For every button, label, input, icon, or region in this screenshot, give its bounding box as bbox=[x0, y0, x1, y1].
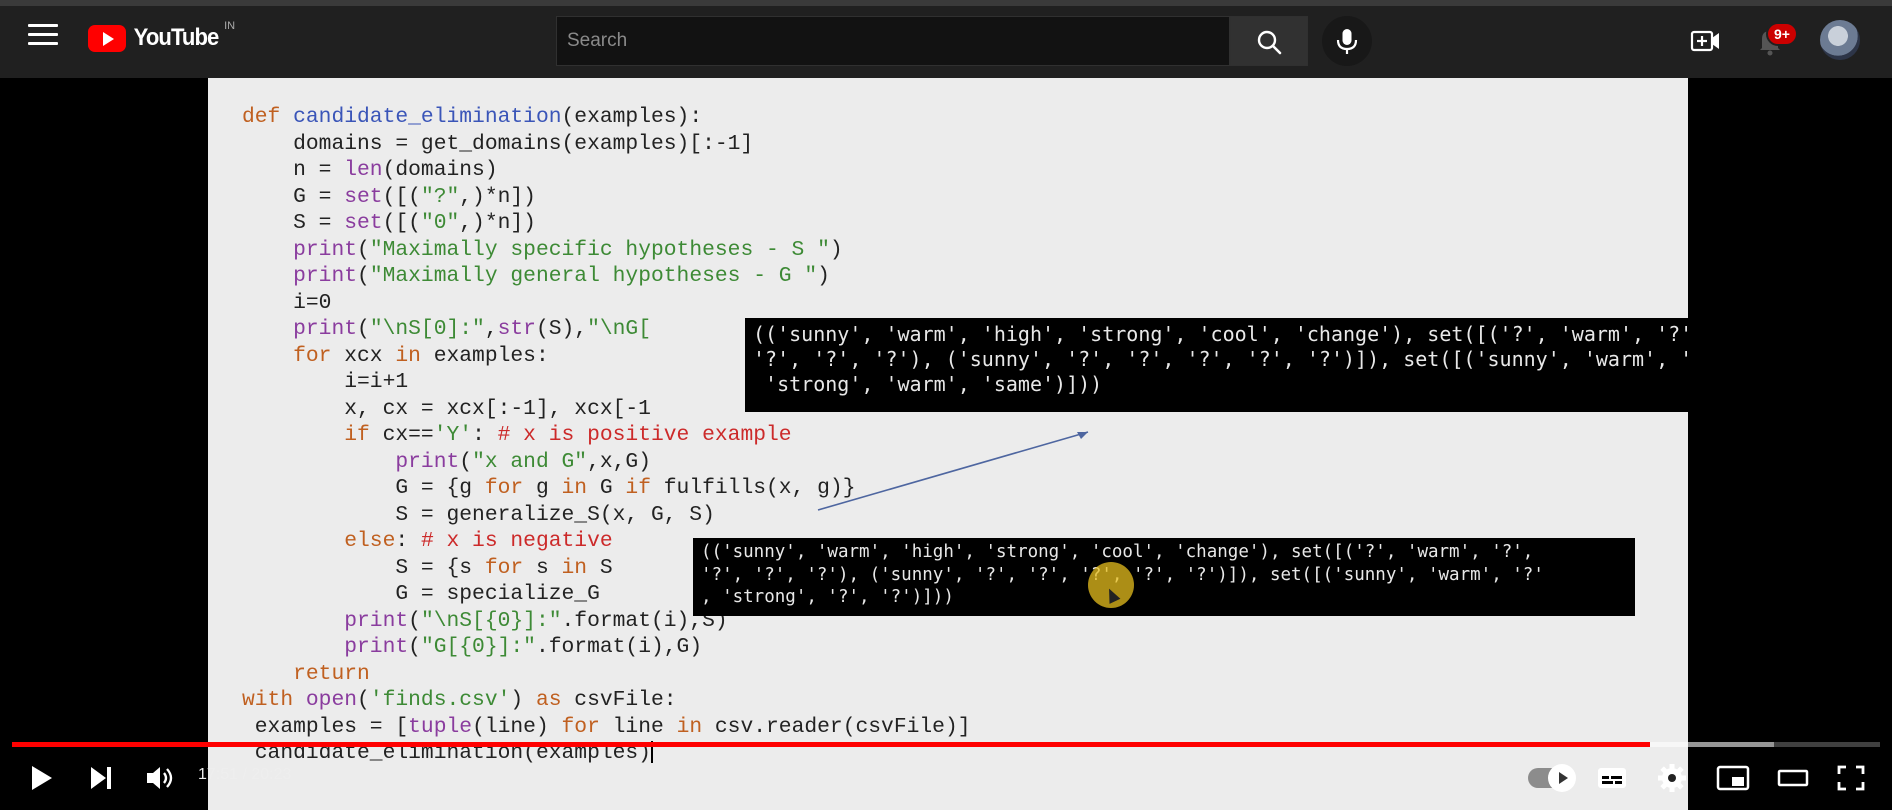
annotation-arrow bbox=[817, 431, 1089, 511]
microphone-icon bbox=[1336, 29, 1358, 54]
youtube-logo-link[interactable]: YouTube IN bbox=[88, 20, 236, 54]
play-button[interactable] bbox=[26, 762, 56, 799]
autoplay-play-icon bbox=[1559, 772, 1568, 784]
hamburger-icon-line bbox=[28, 33, 58, 36]
search-icon bbox=[1257, 30, 1282, 55]
skip-next-icon bbox=[91, 767, 111, 789]
theater-mode-button[interactable] bbox=[1776, 764, 1810, 797]
settings-button[interactable] bbox=[1656, 762, 1688, 799]
output-line: (('sunny', 'warm', 'high', 'strong', 'co… bbox=[753, 322, 1688, 346]
gear-icon bbox=[1658, 764, 1686, 792]
search-field-container bbox=[556, 16, 1230, 66]
time-display: 17:51 / 20:23 bbox=[198, 766, 292, 783]
video-player[interactable]: def candidate_elimination(examples): dom… bbox=[0, 78, 1892, 810]
progress-played bbox=[12, 742, 1651, 747]
hamburger-icon bbox=[28, 24, 58, 27]
output-line: 'strong', 'warm', 'same')])) bbox=[753, 372, 1103, 396]
miniplayer-icon bbox=[1716, 765, 1750, 791]
output-overlay-bottom: (('sunny', 'warm', 'high', 'strong', 'co… bbox=[693, 538, 1635, 616]
theater-mode-icon bbox=[1777, 769, 1809, 787]
closed-captions-icon bbox=[1598, 768, 1626, 788]
mute-button[interactable] bbox=[144, 764, 176, 797]
youtube-play-logo-icon bbox=[88, 24, 126, 52]
fullscreen-icon bbox=[1837, 765, 1865, 791]
hamburger-icon-line bbox=[28, 42, 58, 45]
subtitles-button[interactable] bbox=[1596, 764, 1628, 797]
play-icon bbox=[32, 766, 52, 790]
create-video-button[interactable] bbox=[1690, 26, 1722, 56]
next-video-button[interactable] bbox=[88, 764, 114, 797]
autoplay-toggle-knob[interactable] bbox=[1548, 764, 1576, 792]
video-camera-plus-icon bbox=[1690, 30, 1719, 52]
search-button[interactable] bbox=[1230, 16, 1308, 66]
fullscreen-button[interactable] bbox=[1836, 764, 1866, 797]
search-input[interactable] bbox=[557, 17, 1229, 65]
output-line: '?', '?', '?'), ('sunny', '?', '?', '?',… bbox=[701, 564, 1544, 585]
video-frame: def candidate_elimination(examples): dom… bbox=[208, 78, 1688, 810]
voice-search-button[interactable] bbox=[1322, 16, 1372, 66]
guide-menu-button[interactable] bbox=[28, 24, 58, 48]
output-overlay-top: (('sunny', 'warm', 'high', 'strong', 'co… bbox=[745, 318, 1688, 412]
output-line: (('sunny', 'warm', 'high', 'strong', 'co… bbox=[701, 542, 1534, 562]
logo-text: YouTube bbox=[133, 24, 220, 51]
volume-icon bbox=[147, 767, 173, 789]
miniplayer-button[interactable] bbox=[1716, 764, 1750, 797]
logo-country-code: IN bbox=[224, 20, 236, 32]
output-line: '?', '?', '?'), ('sunny', '?', '?', '?',… bbox=[753, 347, 1688, 371]
notification-count-badge: 9+ bbox=[1766, 22, 1798, 46]
account-avatar[interactable] bbox=[1820, 20, 1860, 60]
output-line: , 'strong', '?', '?')])) bbox=[701, 587, 954, 607]
